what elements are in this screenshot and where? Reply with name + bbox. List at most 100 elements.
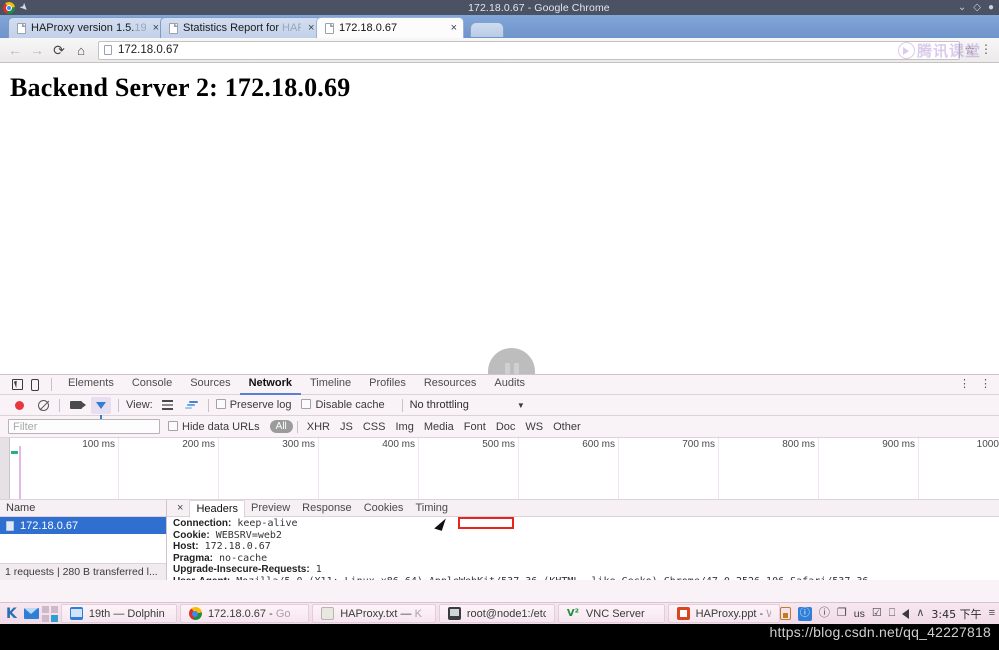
header-row-host: Host: 172.18.0.67 [173,541,999,553]
taskbar-item-haproxy-txt[interactable]: HAProxy.txt — K [312,604,436,623]
checkbox-box [168,420,178,431]
detail-tab-response[interactable]: Response [296,500,358,516]
request-row-172-18-0-67[interactable]: 172.18.0.67 [0,517,166,534]
taskbar-menu-icon[interactable]: ≡ [989,608,995,619]
filter-type-css[interactable]: CSS [358,421,391,433]
browser-tab-haproxy-version[interactable]: HAProxy version 1.5.19 × [8,17,166,38]
throttling-select[interactable]: No throttling ▼ [410,399,525,411]
timeline-tick: 200 ms [182,438,219,499]
toolbar-right-icons: ☆ ⋮ [964,43,995,57]
divider [118,398,119,412]
back-button-icon[interactable]: ← [4,39,26,61]
page-viewport: Backend Server 2: 172.18.0.69 [0,63,999,374]
filter-type-font[interactable]: Font [459,421,491,433]
taskbar-item-chrome[interactable]: 172.18.0.67 - Go [179,604,310,623]
filter-type-img[interactable]: Img [390,421,418,433]
request-list-empty-area [0,534,166,563]
header-value: WEBSRV=web2 [209,529,282,541]
filter-toggle-button[interactable] [91,396,111,419]
show-hidden-icons-chevron-icon[interactable]: ∧ [916,608,924,619]
close-detail-icon[interactable]: × [171,502,189,514]
screen-root: ➤ 172.18.0.67 - Google Chrome ⌄ ◇ ● HAPr… [0,0,999,650]
filter-type-js[interactable]: JS [335,421,358,433]
volume-icon[interactable] [902,608,910,619]
filter-type-all[interactable]: All [269,420,293,433]
detail-tab-cookies[interactable]: Cookies [358,500,410,516]
display-icon[interactable]: ⎕ [889,608,896,619]
info-blue-icon[interactable]: ⓘ [797,606,812,621]
battery-icon[interactable] [779,607,791,620]
filter-type-media[interactable]: Media [419,421,459,433]
inspect-element-icon[interactable] [8,377,26,393]
keyboard-layout-indicator[interactable]: us [854,608,865,620]
minimize-button[interactable]: ⌄ [958,2,966,13]
filter-input[interactable] [8,419,160,434]
page-info-icon[interactable] [104,45,112,55]
home-button-icon[interactable]: ⌂ [70,39,92,61]
preserve-log-checkbox[interactable]: Preserve log [215,399,291,411]
divider [207,398,209,412]
clear-button-icon[interactable] [34,397,52,413]
tab-sources[interactable]: Sources [181,374,239,395]
chrome-menu-icon[interactable]: ⋮ [980,43,992,55]
view-waterfall-icon[interactable] [183,397,201,413]
tab-timeline[interactable]: Timeline [301,374,360,395]
taskbar-item-haproxy-ppt[interactable]: HAProxy.ppt - W [667,604,780,623]
taskbar-item-vnc-server[interactable]: V² VNC Server [557,604,665,623]
tab-elements[interactable]: Elements [59,374,123,395]
device-toolbar-icon[interactable] [26,377,44,393]
request-list: Name 172.18.0.67 1 requests | 280 B tran… [0,500,167,580]
header-row-user-agent: User-Agent: Mozilla/5.0 (X11; Linux x86_… [173,576,999,580]
close-window-button[interactable]: ● [988,2,994,13]
forward-button-icon[interactable]: → [26,39,48,61]
info-icon[interactable]: ⓘ [819,608,830,619]
browser-tab-172-18-0-67[interactable]: 172.18.0.67 × [316,17,464,38]
tab-console[interactable]: Console [123,374,181,395]
detail-tab-preview[interactable]: Preview [245,500,296,516]
tab-audits[interactable]: Audits [485,374,534,395]
capture-screenshots-icon[interactable] [67,397,86,413]
new-tab-button[interactable] [470,22,504,37]
network-timeline-ruler[interactable]: 100 ms 200 ms 300 ms 400 ms 500 ms 600 m… [0,438,999,500]
browser-tab-statistics-report[interactable]: Statistics Report for HAP × [160,17,322,38]
filter-type-other[interactable]: Other [548,421,586,433]
pager-icon[interactable] [41,605,58,622]
devtools-overflow-icon[interactable]: ⋮ [980,378,991,389]
mail-icon[interactable] [23,608,39,619]
request-list-column-name[interactable]: Name [0,500,166,517]
kde-application-menu-button[interactable]: K [2,604,21,624]
maximize-button[interactable]: ◇ [973,2,981,13]
klipper-icon[interactable]: ☑ [872,608,882,619]
hide-data-urls-checkbox[interactable]: Hide data URLs [168,420,260,433]
address-bar[interactable]: 172.18.0.67 [98,40,961,60]
filter-type-doc[interactable]: Doc [491,421,521,433]
record-button[interactable] [10,397,28,413]
view-list-icon[interactable] [159,397,177,413]
network-content-split: Name 172.18.0.67 1 requests | 280 B tran… [0,500,999,580]
clipboard-icon[interactable]: ❐ [837,608,847,619]
clock[interactable]: 3:45 下午 [931,606,981,622]
divider [51,378,52,391]
tab-network[interactable]: Network [239,374,301,395]
reload-button-icon[interactable]: ⟳ [48,39,70,61]
window-titlebar: ➤ 172.18.0.67 - Google Chrome ⌄ ◇ ● [0,0,999,15]
devtools-more-menu-icon[interactable]: ⋮ [959,378,970,389]
tab-close-icon[interactable]: × [308,22,314,34]
tab-resources[interactable]: Resources [415,374,486,395]
taskbar-quick-launch [23,605,58,622]
pin-icon[interactable]: ➤ [17,0,31,14]
page-favicon-icon [325,22,334,34]
chevron-down-icon: ▼ [516,400,525,410]
detail-tab-headers[interactable]: Headers [189,500,246,518]
detail-tab-timing[interactable]: Timing [409,500,454,516]
tab-close-icon[interactable]: × [153,22,159,34]
bookmark-star-icon[interactable]: ☆ [964,43,975,57]
taskbar-item-terminal[interactable]: root@node1:/etc [438,604,555,623]
disable-cache-checkbox[interactable]: Disable cache [301,399,385,411]
tab-profiles[interactable]: Profiles [360,374,415,395]
timeline-tick: 500 ms [482,438,519,499]
tab-close-icon[interactable]: × [451,22,457,34]
taskbar-item-dolphin[interactable]: 19th — Dolphin [60,604,177,623]
filter-type-ws[interactable]: WS [520,421,548,433]
filter-type-xhr[interactable]: XHR [302,421,335,433]
